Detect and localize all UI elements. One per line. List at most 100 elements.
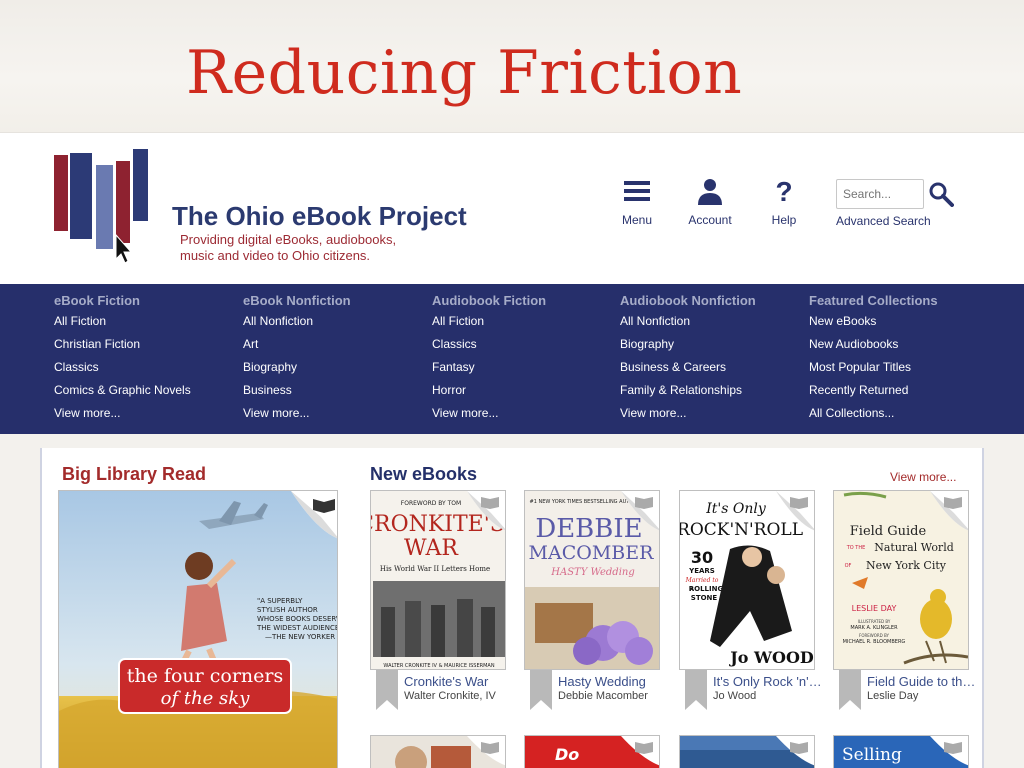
book-cover-art: Do [525, 736, 659, 768]
view-more-link[interactable]: View more... [890, 470, 956, 484]
search-input[interactable] [836, 179, 924, 209]
nav-link[interactable]: Art [243, 337, 351, 360]
category-navigation: eBook Fiction All Fiction Christian Fict… [0, 284, 1024, 434]
nav-link[interactable]: Christian Fiction [54, 337, 191, 360]
cover-stone: STONE [691, 594, 718, 602]
advanced-search-link[interactable]: Advanced Search [836, 214, 931, 228]
nav-link[interactable]: Family & Relationships [620, 383, 756, 406]
bookmark-ribbon-icon[interactable] [685, 670, 707, 710]
cover-title-3: New York City [866, 559, 947, 572]
cover-to-the: TO THE [846, 545, 866, 551]
nav-link-view-more[interactable]: View more... [620, 406, 756, 429]
nav-link[interactable]: Business [243, 383, 351, 406]
nav-link[interactable]: All Fiction [54, 314, 191, 337]
cover-foreword-by: FOREWORD BY [859, 633, 890, 638]
book-cover-art [680, 736, 814, 768]
book-cover[interactable]: It's Only ROCK'N'ROLL 30 YEARS Married t… [679, 490, 815, 670]
cover-blurb-2: STYLISH AUTHOR [257, 606, 318, 614]
cover-blurb-3: WHOSE BOOKS DESERVE [257, 615, 338, 623]
nav-column-audiobook-nonfiction: Audiobook Nonfiction All Nonfiction Biog… [620, 294, 756, 429]
user-account-icon [698, 179, 722, 205]
bookmark-ribbon-icon[interactable] [839, 670, 861, 710]
book-cover[interactable]: #1 NEW YORK TIMES BESTSELLING AUTHOR DEB… [524, 490, 660, 670]
book-title[interactable]: It's Only Rock 'n' Roll [713, 674, 825, 689]
nav-link[interactable]: Classics [54, 360, 191, 383]
cover-of: OF [845, 563, 852, 569]
book-title[interactable]: Field Guide to the Natural World of New … [867, 674, 979, 689]
nav-link[interactable]: Most Popular Titles [809, 360, 938, 383]
cover-authors: WALTER CRONKITE IV & MAURICE ISSERMAN [383, 663, 494, 669]
book-cover[interactable]: Selling [833, 735, 969, 768]
book-cover[interactable] [370, 735, 506, 768]
nav-link[interactable]: Fantasy [432, 360, 546, 383]
nav-link[interactable]: Biography [243, 360, 351, 383]
logo-books-icon[interactable] [52, 147, 152, 267]
nav-link[interactable]: All Nonfiction [243, 314, 351, 337]
book-cover[interactable]: Do [524, 735, 660, 768]
nav-heading[interactable]: eBook Nonfiction [243, 294, 351, 314]
book-cover[interactable]: Field Guide TO THE Natural World OF New … [833, 490, 969, 670]
field-guide-cover-art: Field Guide TO THE Natural World OF New … [834, 491, 968, 669]
cover-foreword-name: MICHAEL R. BLOOMBERG [843, 639, 906, 645]
book-title[interactable]: Hasty Wedding [558, 674, 670, 689]
bookmark-ribbon-icon[interactable] [376, 670, 398, 710]
cover-title-1: Field Guide [850, 524, 927, 539]
nav-heading[interactable]: Featured Collections [809, 294, 938, 314]
nav-link[interactable]: All Nonfiction [620, 314, 756, 337]
nav-link[interactable]: New eBooks [809, 314, 938, 337]
site-tagline: Providing digital eBooks, audiobooks, mu… [180, 232, 396, 264]
cover-married: Married to [685, 577, 719, 584]
nav-link[interactable]: Business & Careers [620, 360, 756, 383]
nav-link-view-more[interactable]: View more... [243, 406, 351, 429]
bookmark-ribbon-icon[interactable] [530, 670, 552, 710]
account-button[interactable]: Account [675, 177, 745, 227]
nav-heading[interactable]: eBook Fiction [54, 294, 191, 314]
cover-blurb-1: "A SUPERBLY [257, 597, 303, 605]
book-cover[interactable]: FOREWORD BY TOM CRONKITE'S WAR His World… [370, 490, 506, 670]
nav-link-all-collections[interactable]: All Collections... [809, 406, 938, 429]
cover-blurb-5: —THE NEW YORKER [265, 633, 335, 641]
big-library-read-title: Big Library Read [62, 464, 207, 484]
cover-years: YEARS [688, 567, 715, 575]
cover-number: 30 [691, 548, 713, 567]
nav-link[interactable]: Recently Returned [809, 383, 938, 406]
help-label: Help [771, 213, 797, 227]
cover-top-text: #1 NEW YORK TIMES BESTSELLING AUTHOR [530, 499, 641, 505]
nav-column-featured-collections: Featured Collections New eBooks New Audi… [809, 294, 938, 429]
nav-link[interactable]: All Fiction [432, 314, 546, 337]
cover-title-1: Selling [842, 745, 902, 765]
nav-link[interactable]: New Audiobooks [809, 337, 938, 360]
book-cover[interactable] [679, 735, 815, 768]
search-icon[interactable] [928, 181, 954, 207]
book-author: Walter Cronkite, IV [404, 690, 496, 702]
cover-book-title-1: the four corners [127, 665, 283, 687]
help-button[interactable]: ? Help [749, 176, 819, 228]
help-question-icon: ? [775, 176, 793, 207]
nav-column-ebook-fiction: eBook Fiction All Fiction Christian Fict… [54, 294, 191, 429]
nav-heading[interactable]: Audiobook Fiction [432, 294, 546, 314]
menu-button[interactable]: Menu [602, 177, 672, 227]
cover-title-2: Natural World [874, 541, 954, 554]
hasty-wedding-cover-art: #1 NEW YORK TIMES BESTSELLING AUTHOR DEB… [525, 491, 659, 669]
nav-link-view-more[interactable]: View more... [54, 406, 191, 429]
cover-rolling: ROLLING [689, 585, 724, 593]
cover-author: Jo WOOD [728, 648, 814, 667]
nav-link[interactable]: Comics & Graphic Novels [54, 383, 191, 406]
cover-title-1: CRONKITE'S [371, 512, 505, 537]
big-library-read-cover[interactable]: "A SUPERBLY STYLISH AUTHOR WHOSE BOOKS D… [58, 490, 338, 768]
cover-title-2: MACOMBER [529, 542, 655, 564]
cover-blurb-4: THE WIDEST AUDIENCE." [256, 624, 338, 632]
nav-column-audiobook-fiction: Audiobook Fiction All Fiction Classics F… [432, 294, 546, 429]
book-title[interactable]: Cronkite's War [404, 674, 516, 689]
main-content: Big Library Read New eBooks View more... [40, 448, 984, 768]
book-cover-art: Selling [834, 736, 968, 768]
tagline-line-2: music and video to Ohio citizens. [180, 248, 371, 263]
slide-header: Reducing Friction [0, 0, 1024, 132]
nav-link[interactable]: Classics [432, 337, 546, 360]
nav-heading[interactable]: Audiobook Nonfiction [620, 294, 756, 314]
cover-book-title-2: of the sky [161, 688, 251, 709]
site-name[interactable]: The Ohio eBook Project [172, 201, 467, 232]
nav-link-view-more[interactable]: View more... [432, 406, 546, 429]
nav-link[interactable]: Horror [432, 383, 546, 406]
nav-link[interactable]: Biography [620, 337, 756, 360]
